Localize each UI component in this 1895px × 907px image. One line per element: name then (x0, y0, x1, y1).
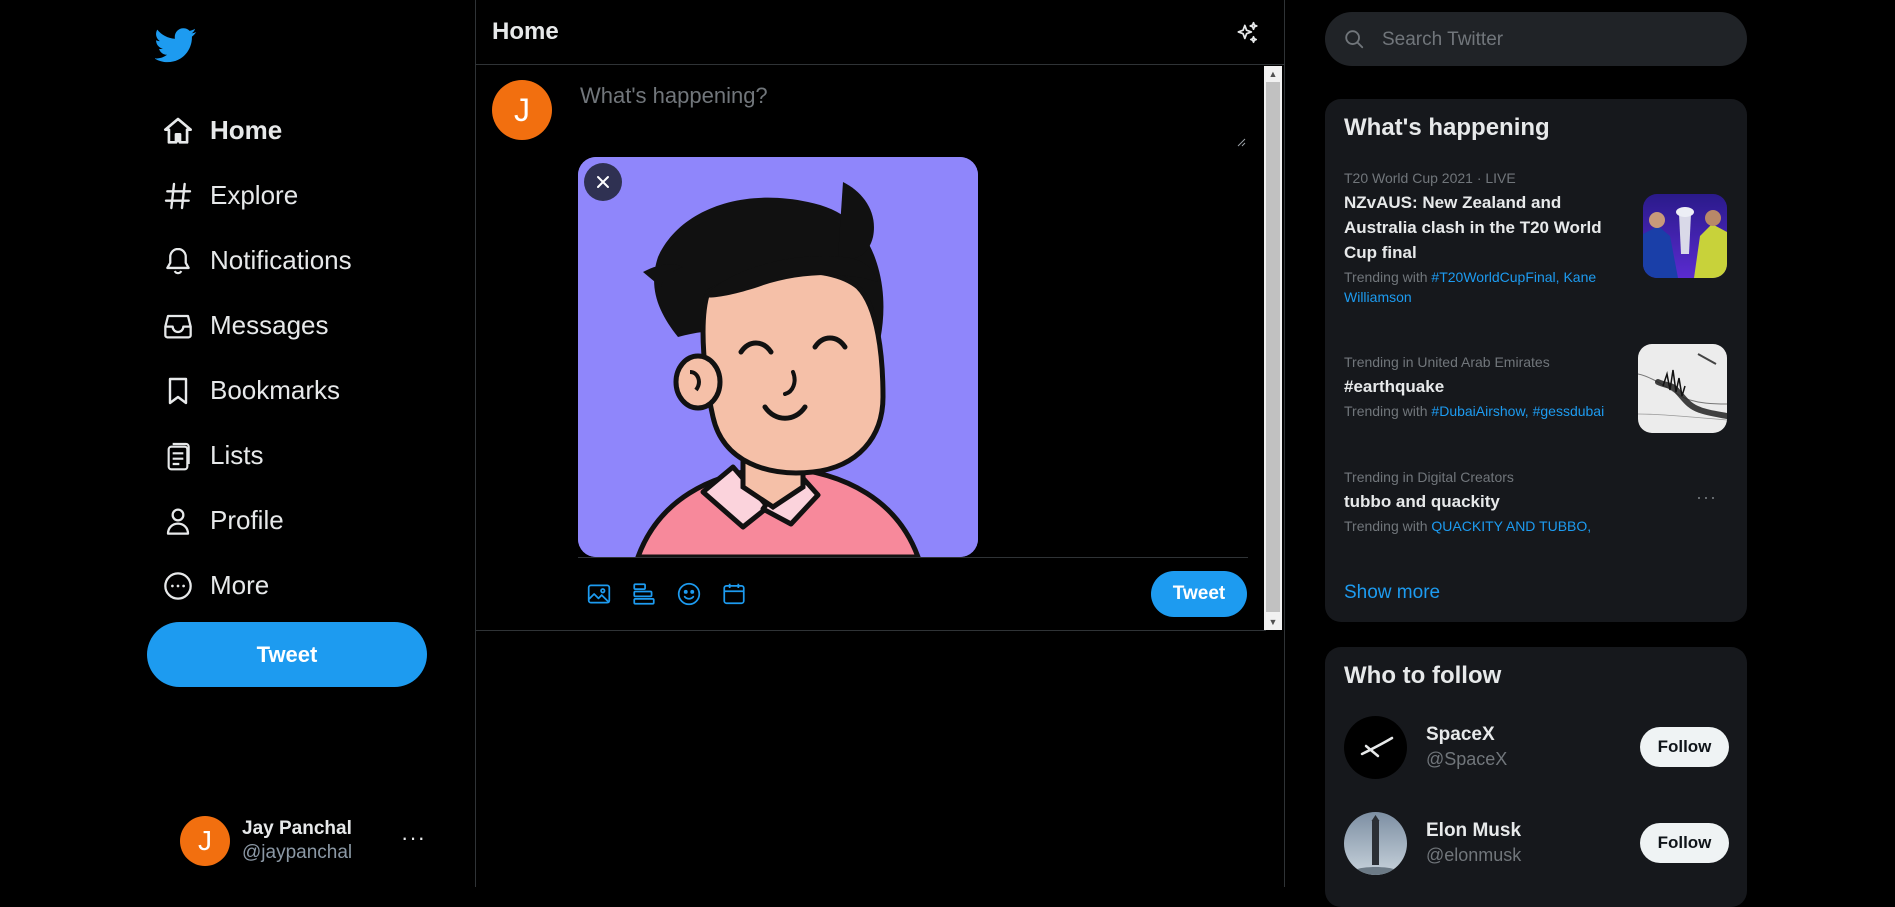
search-icon (1343, 28, 1365, 50)
follow-handle: @elonmusk (1426, 845, 1522, 865)
trend-item[interactable]: Trending in United Arab Emirates #earthq… (1344, 344, 1729, 433)
nav-label: Messages (210, 310, 329, 340)
scroll-up-arrow-icon[interactable]: ▲ (1264, 66, 1282, 82)
twitter-bird-icon[interactable] (155, 24, 197, 66)
follow-handle: @SpaceX (1426, 749, 1508, 769)
avatar: J (180, 816, 230, 866)
follow-suggestion[interactable]: Elon Musk @elonmusk Follow (1344, 812, 1729, 878)
nav-label: Notifications (210, 245, 352, 275)
attached-image (578, 157, 978, 557)
trend-context-prefix: Trending with (1344, 518, 1432, 534)
sparkle-icon[interactable] (1234, 20, 1260, 46)
elon-musk-avatar (1344, 812, 1407, 875)
tweet-composer: J What's happening? Tweet (476, 65, 1266, 631)
person-icon (160, 503, 196, 539)
trend-meta: T20 World Cup 2021 · LIVE (1344, 170, 1516, 186)
trend-context-prefix: Trending with (1344, 403, 1432, 419)
follow-name: Elon Musk (1426, 820, 1522, 841)
nav-item-messages[interactable]: Messages (160, 293, 352, 358)
bookmark-icon (160, 373, 196, 409)
show-more-link[interactable]: Show more (1344, 582, 1440, 604)
trend-hashtags[interactable]: QUACKITY AND TUBBO, (1431, 518, 1591, 534)
nav-item-home[interactable]: Home (160, 98, 352, 163)
inbox-icon (160, 308, 196, 344)
close-icon (597, 176, 609, 188)
trend-hashtags[interactable]: #DubaiAirshow, #gessdubai (1431, 403, 1604, 419)
resize-grip-icon[interactable] (1236, 137, 1246, 147)
nav-label: More (210, 570, 270, 600)
image-icon[interactable] (586, 581, 612, 607)
trend-context-prefix: Trending with (1344, 269, 1432, 285)
nav-label: Profile (210, 505, 284, 535)
follow-button[interactable]: Follow (1640, 727, 1729, 767)
scrollbar-thumb[interactable] (1266, 82, 1280, 612)
nav-item-more[interactable]: More (160, 553, 352, 618)
trend-title: NZvAUS: New Zealand and Australia clash … (1344, 193, 1602, 262)
search-box[interactable] (1325, 12, 1747, 66)
trend-item[interactable]: Trending in Digital Creators tubbo and q… (1344, 469, 1729, 536)
trend-item[interactable]: T20 World Cup 2021 · LIVE NZvAUS: New Ze… (1344, 170, 1729, 307)
hashtag-icon (160, 178, 196, 214)
primary-nav: Home Explore Notifications Messages Book… (160, 98, 352, 618)
account-name: Jay Panchal (242, 818, 352, 839)
more-dots-icon[interactable]: ··· (1696, 487, 1717, 508)
nav-label: Explore (210, 180, 299, 210)
trend-context: Trending with #T20WorldCupFinal, Kane Wi… (1344, 267, 1629, 307)
more-dots-icon[interactable]: ··· (401, 825, 426, 851)
composer-scrollbar[interactable]: ▲ ▼ (1264, 66, 1282, 630)
more-circle-icon (160, 568, 196, 604)
remove-image-button[interactable] (584, 163, 622, 201)
account-handle: @jaypanchal (242, 842, 353, 863)
nav-item-notifications[interactable]: Notifications (160, 228, 352, 293)
sidebar-tweet-button[interactable]: Tweet (147, 622, 427, 687)
compose-tweet-button[interactable]: Tweet (1151, 571, 1247, 617)
follow-suggestion[interactable]: SpaceX @SpaceX Follow (1344, 716, 1729, 782)
cartoon-avatar-image (578, 157, 978, 557)
compose-textarea[interactable] (578, 81, 1247, 155)
follow-button[interactable]: Follow (1640, 823, 1729, 863)
nav-item-bookmarks[interactable]: Bookmarks (160, 358, 352, 423)
nav-item-explore[interactable]: Explore (160, 163, 352, 228)
page-title: Home (492, 18, 559, 45)
main-header: Home (476, 0, 1284, 65)
composer-divider (578, 557, 1248, 558)
whats-happening-panel: What's happening T20 World Cup 2021 · LI… (1325, 99, 1747, 622)
panel-title: What's happening (1344, 114, 1550, 141)
scroll-down-arrow-icon[interactable]: ▼ (1264, 614, 1282, 630)
composer-toolbar (586, 581, 766, 607)
main-column: Home J What's happening? Tweet ▲ ▼ (475, 0, 1285, 887)
home-icon (160, 113, 196, 149)
spacex-avatar (1344, 716, 1407, 779)
left-sidebar: Home Explore Notifications Messages Book… (0, 0, 475, 887)
list-icon (160, 438, 196, 474)
nav-label: Home (210, 115, 283, 145)
trend-meta: Trending in Digital Creators (1344, 469, 1514, 485)
poll-icon[interactable] (631, 581, 657, 607)
search-input[interactable] (1380, 25, 1734, 55)
follow-name: SpaceX (1426, 724, 1495, 745)
nav-item-lists[interactable]: Lists (160, 423, 352, 488)
nav-label: Bookmarks (210, 375, 341, 405)
avatar[interactable]: J (492, 80, 552, 140)
emoji-icon[interactable] (676, 581, 702, 607)
who-to-follow-panel: Who to follow SpaceX @SpaceX Follow Elon… (1325, 647, 1747, 907)
earthquake-seismograph-image (1638, 344, 1727, 433)
bell-icon (160, 243, 196, 279)
panel-title: Who to follow (1344, 662, 1502, 689)
account-switcher[interactable]: J Jay Panchal @jaypanchal ··· (180, 815, 440, 867)
cricket-final-image (1643, 194, 1727, 278)
nav-item-profile[interactable]: Profile (160, 488, 352, 553)
account-info: Jay Panchal @jaypanchal (242, 817, 352, 865)
trend-title: tubbo and quackity (1344, 492, 1500, 511)
trend-context: Trending with QUACKITY AND TUBBO, (1344, 516, 1729, 536)
nav-label: Lists (210, 440, 264, 470)
schedule-icon[interactable] (721, 581, 747, 607)
